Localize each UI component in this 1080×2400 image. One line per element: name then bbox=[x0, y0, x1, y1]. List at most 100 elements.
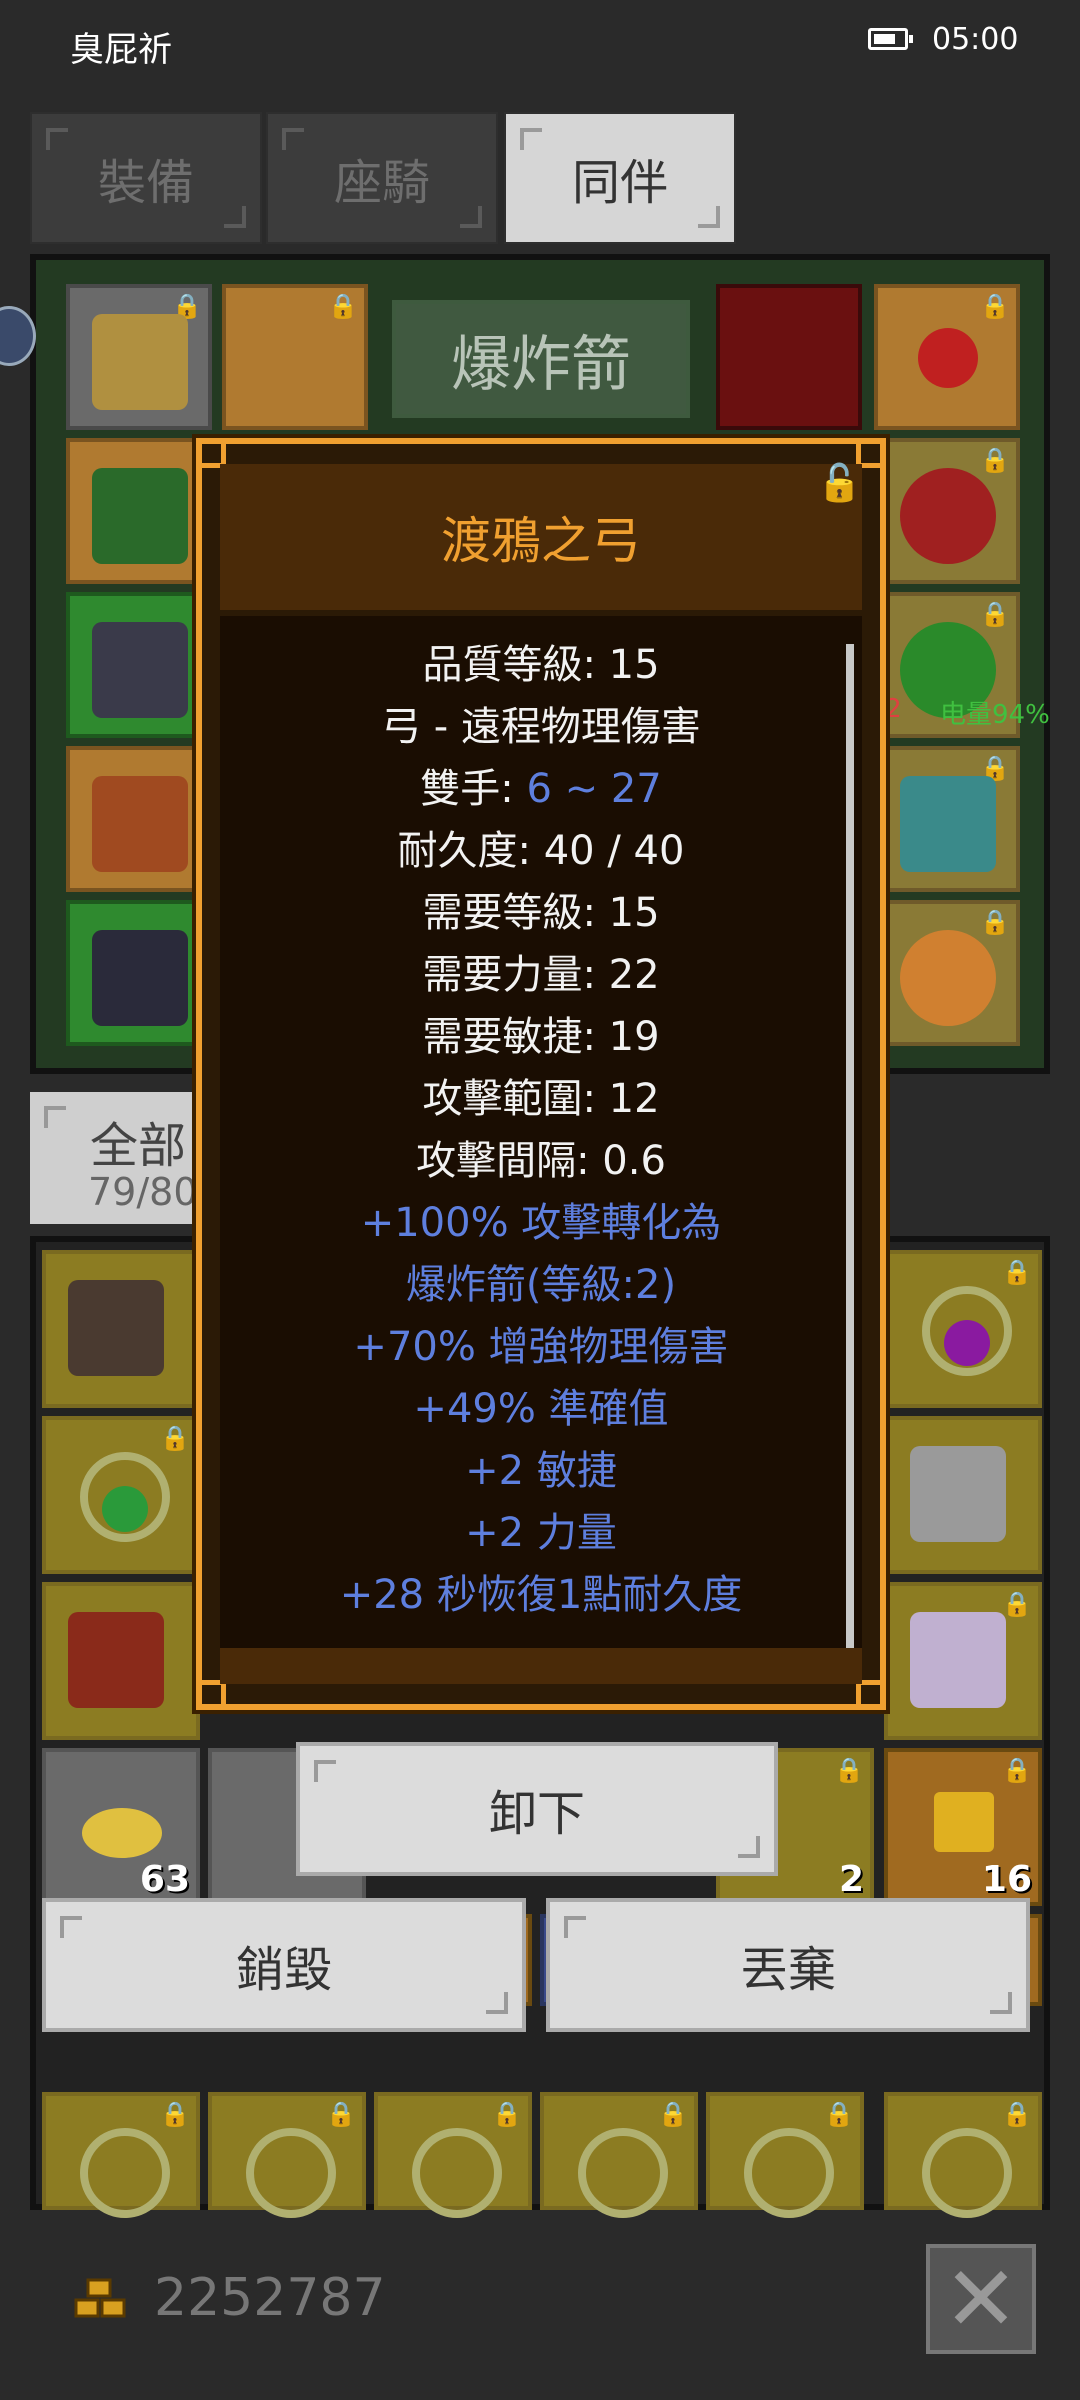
inventory-filter-tab[interactable]: 全部 79/80 bbox=[30, 1092, 206, 1224]
gloves-icon bbox=[92, 622, 188, 718]
lock-icon: 🔒 bbox=[160, 2100, 190, 2128]
battery-percent: 电量94% bbox=[940, 700, 1050, 730]
lock-icon: 🔒 bbox=[326, 2100, 356, 2128]
inventory-slot[interactable]: 🔒 bbox=[42, 1416, 200, 1574]
inventory-slot[interactable]: 🔒 bbox=[374, 2092, 532, 2218]
lock-icon: 🔒 bbox=[834, 1756, 864, 1784]
lock-icon: 🔒 bbox=[1002, 1756, 1032, 1784]
unequip-button[interactable]: 卸下 bbox=[296, 1742, 778, 1876]
lock-icon: 🔒 bbox=[980, 446, 1010, 474]
inventory-slot[interactable]: 🔒 bbox=[884, 1250, 1042, 1408]
lock-icon: 🔒 bbox=[980, 600, 1010, 628]
item-stat-line: 雙手: 6 ~ 27 bbox=[196, 758, 886, 820]
lock-icon: 🔒 bbox=[658, 2100, 688, 2128]
item-stat-line: +28 秒恢復1點耐久度 bbox=[339, 1572, 743, 1618]
stack-count: 16 bbox=[981, 1859, 1032, 1900]
hammer-icon bbox=[910, 1446, 1006, 1542]
item-stat-line: +2 力量 bbox=[465, 1510, 617, 1556]
amulet-icon bbox=[412, 2128, 502, 2218]
tab-label: 裝備 bbox=[97, 155, 194, 211]
item-stat-line: 弓 - 遠程物理傷害 bbox=[381, 704, 701, 750]
inventory-slot[interactable]: 🔒 bbox=[42, 2092, 200, 2218]
inventory-slot[interactable]: 🔒 bbox=[706, 2092, 864, 2218]
amulet-slot[interactable]: 🔒 bbox=[874, 284, 1020, 430]
boots-slot[interactable] bbox=[66, 746, 212, 892]
inventory-slot[interactable]: 🔒 bbox=[540, 2092, 698, 2218]
item-stat-line: 需要力量: 22 bbox=[422, 952, 660, 998]
ring-slot-1[interactable]: 🔒 bbox=[874, 438, 1020, 584]
battery-icon bbox=[868, 28, 913, 50]
corner-ornament bbox=[856, 1680, 886, 1710]
amulet-icon bbox=[744, 2128, 834, 2218]
cheese-icon bbox=[82, 1808, 162, 1858]
inventory-slot[interactable]: 🔒 bbox=[884, 2092, 1042, 2218]
armor-slot[interactable] bbox=[66, 438, 212, 584]
close-button[interactable]: ✕ bbox=[926, 2244, 1036, 2354]
item-stat-line: 攻擊範圍: 12 bbox=[422, 1076, 660, 1122]
gold-icon bbox=[74, 2278, 126, 2318]
inventory-slot[interactable]: 🔒 bbox=[884, 1582, 1042, 1740]
stat-label: 雙手: bbox=[420, 766, 527, 812]
stat-value: 6 ~ 27 bbox=[526, 766, 662, 812]
gem-icon bbox=[102, 1486, 148, 1532]
mace-icon bbox=[68, 1612, 164, 1708]
discard-button[interactable]: 丟棄 bbox=[546, 1898, 1030, 2032]
item-name: 渡鴉之弓 bbox=[220, 464, 862, 610]
item-stat-line: +70% 增強物理傷害 bbox=[353, 1324, 729, 1370]
tab-companion[interactable]: 同伴 bbox=[504, 112, 736, 244]
item-stat-line: 需要敏捷: 19 bbox=[422, 1014, 660, 1060]
amulet-icon bbox=[922, 2128, 1012, 2218]
stack-count: 63 bbox=[139, 1859, 190, 1900]
helmet-icon bbox=[92, 314, 188, 410]
tab-mount[interactable]: 座騎 bbox=[266, 112, 498, 244]
inventory-slot[interactable]: 🔒 16 bbox=[884, 1748, 1042, 1906]
corner-ornament bbox=[196, 1680, 226, 1710]
tab-label: 座騎 bbox=[333, 155, 430, 211]
boots-icon bbox=[92, 776, 188, 872]
unequip-label: 卸下 bbox=[488, 1786, 585, 1842]
cloak-slot[interactable] bbox=[66, 900, 212, 1046]
amulet-icon bbox=[246, 2128, 336, 2218]
inventory-count: 79/80 bbox=[88, 1170, 198, 1214]
helmet-slot[interactable]: 🔒 bbox=[66, 284, 212, 430]
lock-icon: 🔒 bbox=[1002, 2100, 1032, 2128]
item-stat-line: +2 敏捷 bbox=[465, 1448, 617, 1494]
inventory-slot[interactable]: 63 bbox=[42, 1748, 200, 1906]
lock-icon[interactable]: 🔓 bbox=[817, 462, 862, 504]
lock-icon: 🔒 bbox=[1002, 1590, 1032, 1618]
item-stat-line: 耐久度: 40 / 40 bbox=[397, 828, 685, 874]
filter-label: 全部 bbox=[90, 1118, 187, 1174]
charm-slot[interactable]: 🔒 bbox=[874, 900, 1020, 1046]
destroy-button[interactable]: 銷毀 bbox=[42, 1898, 526, 2032]
gloves-slot[interactable] bbox=[66, 592, 212, 738]
inventory-slot[interactable] bbox=[884, 1416, 1042, 1574]
beetle-icon bbox=[900, 930, 996, 1026]
item-stat-line: 攻擊間隔: 0.6 bbox=[416, 1138, 666, 1184]
belt-slot[interactable]: 🔒 bbox=[874, 746, 1020, 892]
weapon-slot[interactable]: 🔒 bbox=[222, 284, 368, 430]
item-stat-line: +49% 準確值 bbox=[413, 1386, 669, 1432]
lock-icon: 🔒 bbox=[160, 1424, 190, 1452]
companion-portrait-icon bbox=[910, 1612, 1006, 1708]
skill-banner: 爆炸箭 bbox=[392, 300, 690, 418]
lock-icon: 🔒 bbox=[824, 2100, 854, 2128]
ring-icon bbox=[900, 468, 996, 564]
lock-icon: 🔒 bbox=[980, 908, 1010, 936]
discard-label: 丟棄 bbox=[739, 1942, 836, 1998]
inventory-slot[interactable] bbox=[42, 1582, 200, 1740]
item-stat-line: 品質等級: 15 bbox=[422, 642, 660, 688]
amulet-icon bbox=[80, 2128, 170, 2218]
lock-icon: 🔒 bbox=[1002, 1258, 1032, 1286]
fish-icon bbox=[900, 776, 996, 872]
inventory-slot[interactable] bbox=[42, 1250, 200, 1408]
tooltip-footer bbox=[220, 1648, 862, 1684]
tab-equipment[interactable]: 裝備 bbox=[30, 112, 262, 244]
gem-icon bbox=[944, 1320, 990, 1366]
player-name: 臭屁祈 bbox=[70, 30, 172, 70]
lock-icon: 🔒 bbox=[328, 292, 358, 320]
tab-label: 同伴 bbox=[571, 155, 668, 211]
inventory-slot[interactable]: 🔒 bbox=[208, 2092, 366, 2218]
companion-slot[interactable] bbox=[716, 284, 862, 430]
item-stat-line: 需要等級: 15 bbox=[422, 890, 660, 936]
stack-count: 2 bbox=[838, 1859, 864, 1900]
